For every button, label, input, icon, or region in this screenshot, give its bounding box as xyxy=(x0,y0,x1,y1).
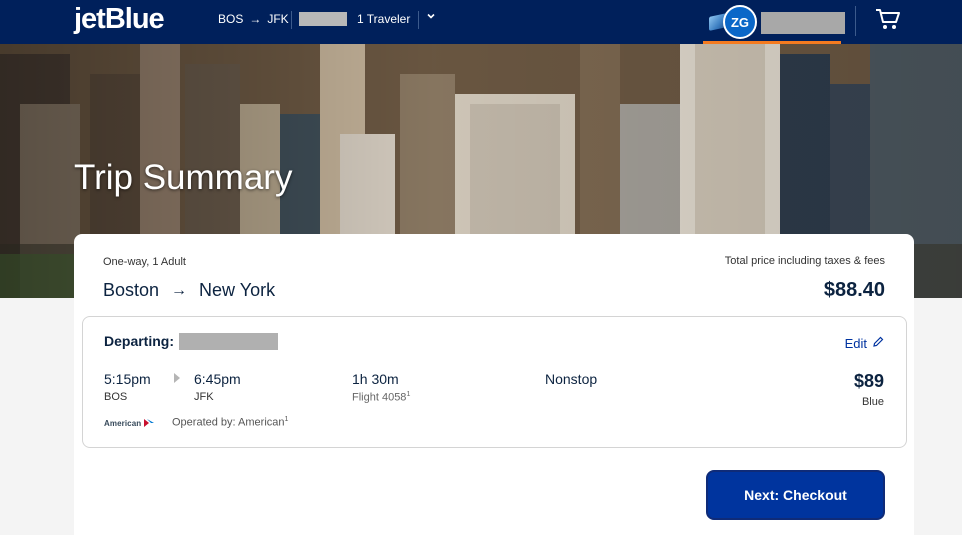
avatar: ZG xyxy=(723,5,757,39)
total-price-label: Total price including taxes & fees xyxy=(724,255,885,267)
departing-label: Departing: xyxy=(104,333,174,349)
origin-city: Boston xyxy=(103,280,160,300)
flight-number: Flight 40581 xyxy=(352,391,410,404)
redacted-user-name xyxy=(761,12,845,34)
route-destination: JFK xyxy=(267,12,289,26)
trip-type-label: One-way, xyxy=(103,256,150,268)
stops-info: Nonstop xyxy=(545,371,598,387)
divider xyxy=(418,11,419,29)
total-price: $88.40 xyxy=(823,279,885,301)
carrier-logo-text: American xyxy=(104,418,142,428)
redacted-departure-date xyxy=(179,333,278,350)
chevron-down-icon[interactable] xyxy=(426,10,436,24)
cart-icon[interactable] xyxy=(875,7,901,36)
divider xyxy=(855,6,856,36)
top-nav-bar: jetBlue BOS → JFK 1 Traveler ZG xyxy=(0,0,962,44)
destination-city: New York xyxy=(199,280,276,300)
edit-label: Edit xyxy=(844,336,867,351)
footnote-marker: 1 xyxy=(406,391,411,398)
trip-summary-card: One-way, 1 Adult Boston → New York Total… xyxy=(74,234,914,535)
operated-by: Operated by: American1 xyxy=(172,416,288,429)
redacted-date xyxy=(299,12,347,26)
play-arrow-icon xyxy=(174,373,180,383)
flight-duration: 1h 30m xyxy=(352,371,399,387)
passenger-count: 1 Adult xyxy=(152,256,186,268)
flight-number-text: Flight 4058 xyxy=(352,391,407,404)
arrival-airport: JFK xyxy=(194,391,214,403)
footnote-marker: 1 xyxy=(284,416,289,423)
departure-time: 5:15pm xyxy=(104,371,151,387)
arrival-time: 6:45pm xyxy=(194,371,241,387)
pencil-icon xyxy=(872,336,884,351)
fare-class: Blue xyxy=(861,396,884,408)
fare-price: $89 xyxy=(853,371,884,391)
departure-airport: BOS xyxy=(104,391,128,403)
route-arrow-icon: → xyxy=(249,12,262,26)
next-checkout-button[interactable]: Next: Checkout xyxy=(706,470,885,520)
aa-flight-symbol-icon xyxy=(144,419,155,427)
trip-cities: Boston → New York xyxy=(103,280,275,301)
divider xyxy=(291,11,292,29)
edit-flight-link[interactable]: Edit xyxy=(845,336,884,351)
traveler-count[interactable]: 1 Traveler xyxy=(357,12,410,26)
arrow-right-icon: → xyxy=(171,281,188,299)
account-menu[interactable]: ZG xyxy=(703,3,845,44)
route-origin: BOS xyxy=(218,12,244,26)
jetblue-logo[interactable]: jetBlue xyxy=(74,3,165,36)
trip-type: One-way, 1 Adult xyxy=(103,256,186,268)
page-title: Trip Summary xyxy=(74,158,293,197)
operated-by-text: Operated by: American xyxy=(172,416,285,429)
american-airlines-logo: American xyxy=(104,418,155,428)
route-summary[interactable]: BOS → JFK xyxy=(218,12,289,26)
flight-segment-card: Departing: Edit 5:15pm BOS 6:45pm JFK 1h… xyxy=(82,316,907,448)
